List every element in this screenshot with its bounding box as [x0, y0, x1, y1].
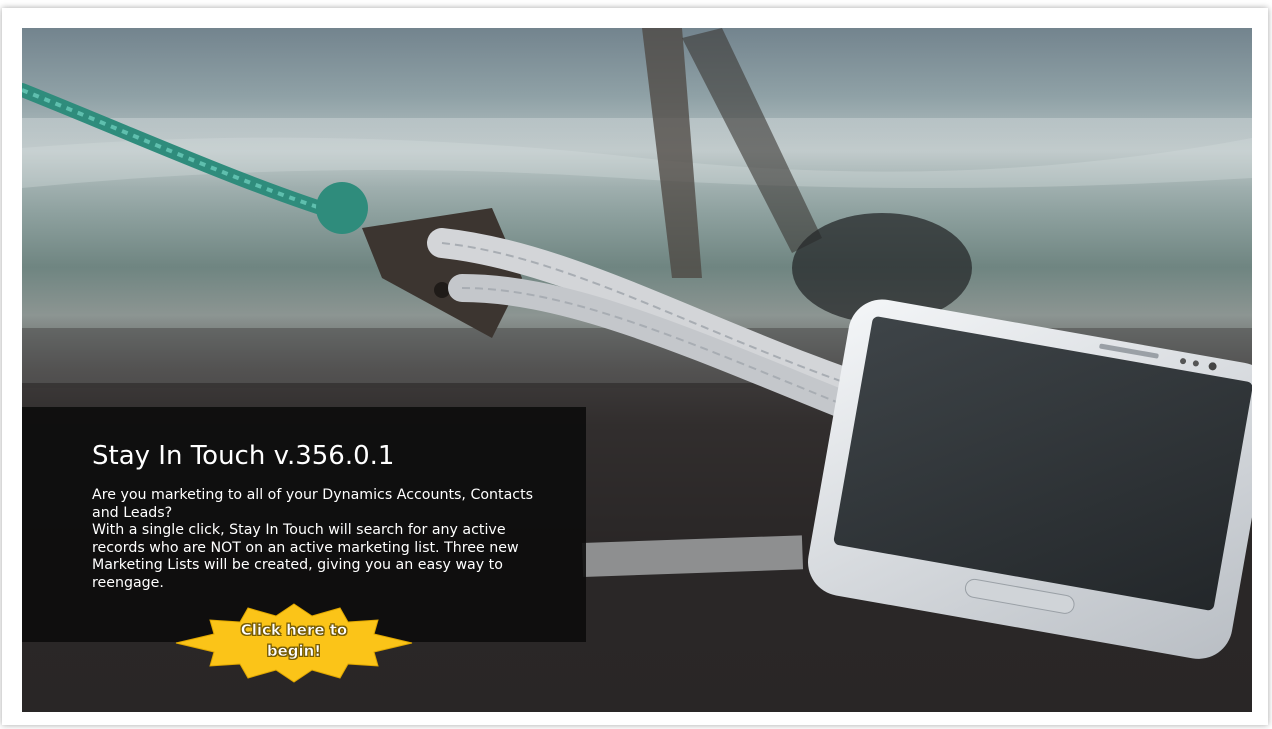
slide-title: Stay In Touch v.356.0.1 — [92, 441, 395, 471]
begin-button[interactable]: Click here to begin! — [172, 602, 416, 684]
begin-button-label: Click here to begin! — [240, 621, 348, 661]
description-text: Are you marketing to all of your Dynamic… — [92, 487, 534, 591]
slide-description: Are you marketing to all of your Dynamic… — [92, 487, 562, 592]
